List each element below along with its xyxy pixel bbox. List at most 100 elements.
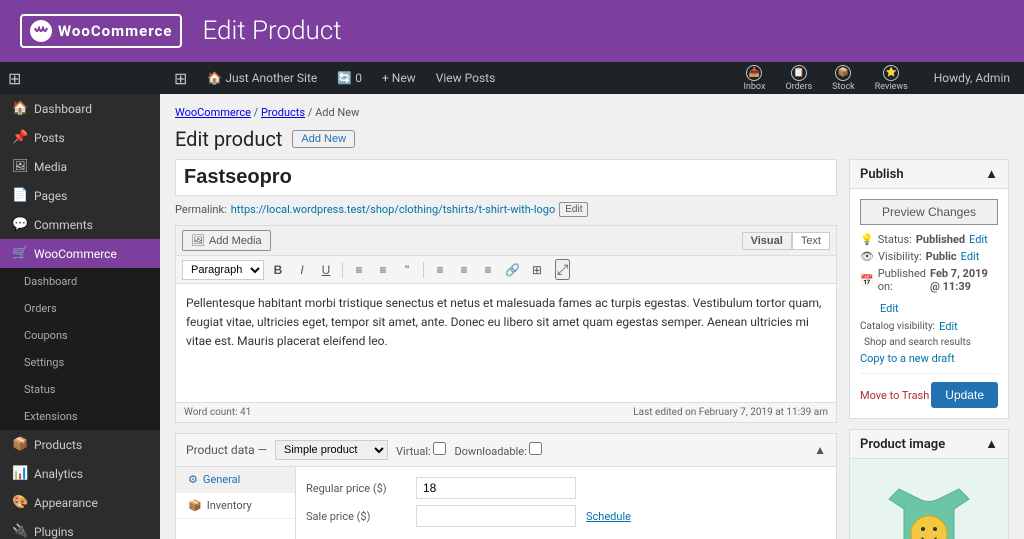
permalink-url[interactable]: https://local.wordpress.test/shop/clothi… [231, 203, 556, 216]
product-image-placeholder[interactable] [850, 459, 1008, 539]
visual-text-tabs: Visual Text [742, 232, 830, 250]
visibility-value: Public [926, 250, 957, 263]
visibility-row: 👁 Visibility: Public Edit [860, 250, 998, 263]
submenu-coupons[interactable]: Coupons [0, 322, 160, 349]
submenu-orders[interactable]: Orders [0, 295, 160, 322]
visual-tab[interactable]: Visual [742, 232, 792, 250]
product-data-toggle[interactable]: ▲ [814, 443, 826, 457]
main-column: Permalink: https://local.wordpress.test/… [175, 159, 837, 539]
two-col-layout: Permalink: https://local.wordpress.test/… [175, 159, 1009, 539]
sale-price-row: Sale price ($) Schedule [306, 505, 826, 527]
text-tab[interactable]: Text [792, 232, 830, 250]
howdy-text: Howdy, Admin [934, 71, 1010, 85]
product-image-collapse: ▲ [985, 436, 998, 452]
add-media-button[interactable]: 🖼 Add Media [182, 230, 271, 251]
quote-button[interactable]: " [397, 261, 417, 279]
woo-tab-inbox[interactable]: 📥 Inbox [739, 63, 769, 94]
pd-tab-inventory[interactable]: 📦 Inventory [176, 493, 295, 519]
submenu-dashboard[interactable]: Dashboard [0, 268, 160, 295]
link-button[interactable]: 🔗 [502, 261, 523, 279]
woo-tab-orders[interactable]: 📋 Orders [781, 63, 816, 94]
submenu-settings[interactable]: Settings [0, 349, 160, 376]
visibility-edit-link[interactable]: Edit [961, 250, 980, 263]
new-btn[interactable]: + New [376, 67, 422, 89]
bold-button[interactable]: B [268, 261, 288, 279]
status-edit-link[interactable]: Edit [969, 233, 988, 246]
align-left-button[interactable]: ≡ [430, 261, 450, 279]
sidebar-item-media[interactable]: 🖼 Media [0, 152, 160, 181]
add-new-button[interactable]: Add New [292, 130, 355, 148]
regular-price-input[interactable] [416, 477, 576, 499]
sidebar-item-analytics[interactable]: 📊 Analytics [0, 459, 160, 488]
permalink-label: Permalink: [175, 203, 227, 216]
product-name-input[interactable] [175, 159, 837, 196]
catalog-value: Shop and search results [860, 337, 998, 348]
calendar-icon: 📅 [860, 274, 874, 287]
sidebar-item-dashboard[interactable]: 🏠 Dashboard [0, 94, 160, 123]
published-edit-link[interactable]: Edit [880, 302, 899, 315]
sidebar-item-posts[interactable]: 📌 Posts [0, 123, 160, 152]
site-name-btn[interactable]: 🏠 Just Another Site [201, 67, 323, 89]
submenu-extensions[interactable]: Extensions [0, 403, 160, 430]
status-row: 💡 Status: Published Edit [860, 233, 998, 246]
view-posts-btn[interactable]: View Posts [430, 67, 502, 89]
preview-button[interactable]: Preview Changes [860, 199, 998, 225]
breadcrumb-products[interactable]: Products [261, 106, 305, 119]
format-sep-2 [423, 262, 424, 278]
permalink-edit-button[interactable]: Edit [559, 202, 588, 217]
format-select[interactable]: Paragraph Heading 1 Heading 2 [182, 260, 264, 280]
product-image-svg [869, 469, 989, 539]
wp-admin-bar: ⊞ 🏠 Just Another Site 🔄 0 + New View Pos… [160, 62, 1024, 94]
wp-logo-btn[interactable]: ⊞ [168, 65, 193, 92]
sidebar-item-plugins[interactable]: 🔌 Plugins [0, 517, 160, 539]
products-icon: 📦 [12, 437, 28, 452]
more-button[interactable]: ⊞ [527, 261, 547, 279]
orders-icon: 📋 [791, 65, 807, 81]
ol-button[interactable]: ≡ [373, 261, 393, 279]
woo-tab-reviews[interactable]: ⭐ Reviews [871, 63, 912, 94]
woo-tab-stock[interactable]: 📦 Stock [828, 63, 859, 94]
regular-price-row: Regular price ($) [306, 477, 826, 499]
editor-area[interactable]: Pellentesque habitant morbi tristique se… [175, 283, 837, 403]
permalink: Permalink: https://local.wordpress.test/… [175, 202, 837, 217]
media-plus-icon: 🖼 [191, 234, 205, 247]
updates-btn[interactable]: 🔄 0 [331, 67, 368, 89]
catalog-edit-link[interactable]: Edit [939, 320, 958, 333]
downloadable-checkbox[interactable] [529, 442, 542, 455]
sidebar-item-label: Plugins [34, 525, 74, 539]
italic-button[interactable]: I [292, 261, 312, 279]
update-button[interactable]: Update [931, 382, 998, 408]
copy-draft-link[interactable]: Copy to a new draft [860, 352, 998, 365]
wp-container: ⊞ 🏠 Dashboard 📌 Posts 🖼 Media 📄 Pages 💬 … [0, 62, 1024, 539]
publish-actions: Move to Trash Update [860, 373, 998, 408]
expand-button[interactable]: ⤢ [555, 259, 570, 280]
breadcrumb-woocommerce[interactable]: WooCommerce [175, 106, 251, 119]
underline-button[interactable]: U [316, 261, 336, 279]
virtual-checkbox[interactable] [433, 442, 446, 455]
align-right-button[interactable]: ≡ [478, 261, 498, 279]
product-type-select[interactable]: Simple product Variable product Grouped … [275, 440, 388, 460]
pd-tab-general[interactable]: ⚙ General [176, 467, 295, 493]
posts-icon: 📌 [12, 130, 28, 145]
woo-logo-icon [30, 20, 52, 42]
sidebar-item-woocommerce[interactable]: 🛒 WooCommerce [0, 239, 160, 268]
sale-price-input[interactable] [416, 505, 576, 527]
sidebar-item-pages[interactable]: 📄 Pages [0, 181, 160, 210]
breadcrumb: WooCommerce / Products / Add New [175, 106, 1009, 119]
content-area: ⊞ 🏠 Just Another Site 🔄 0 + New View Pos… [160, 62, 1024, 539]
inventory-icon: 📦 [188, 499, 202, 512]
submenu-label: Orders [24, 302, 57, 315]
sidebar-item-label: Dashboard [34, 102, 92, 116]
ul-button[interactable]: ≡ [349, 261, 369, 279]
sidebar-item-comments[interactable]: 💬 Comments [0, 210, 160, 239]
schedule-link[interactable]: Schedule [586, 510, 631, 523]
submenu-status[interactable]: Status [0, 376, 160, 403]
align-center-button[interactable]: ≡ [454, 261, 474, 279]
sidebar-item-appearance[interactable]: 🎨 Appearance [0, 488, 160, 517]
howdy-item[interactable]: Howdy, Admin [928, 67, 1016, 89]
status-icon: 💡 [860, 233, 874, 246]
sidebar-item-products[interactable]: 📦 Products [0, 430, 160, 459]
publish-title: Publish [860, 167, 904, 182]
move-trash-link[interactable]: Move to Trash [860, 389, 929, 402]
updates-count: 0 [355, 71, 362, 85]
